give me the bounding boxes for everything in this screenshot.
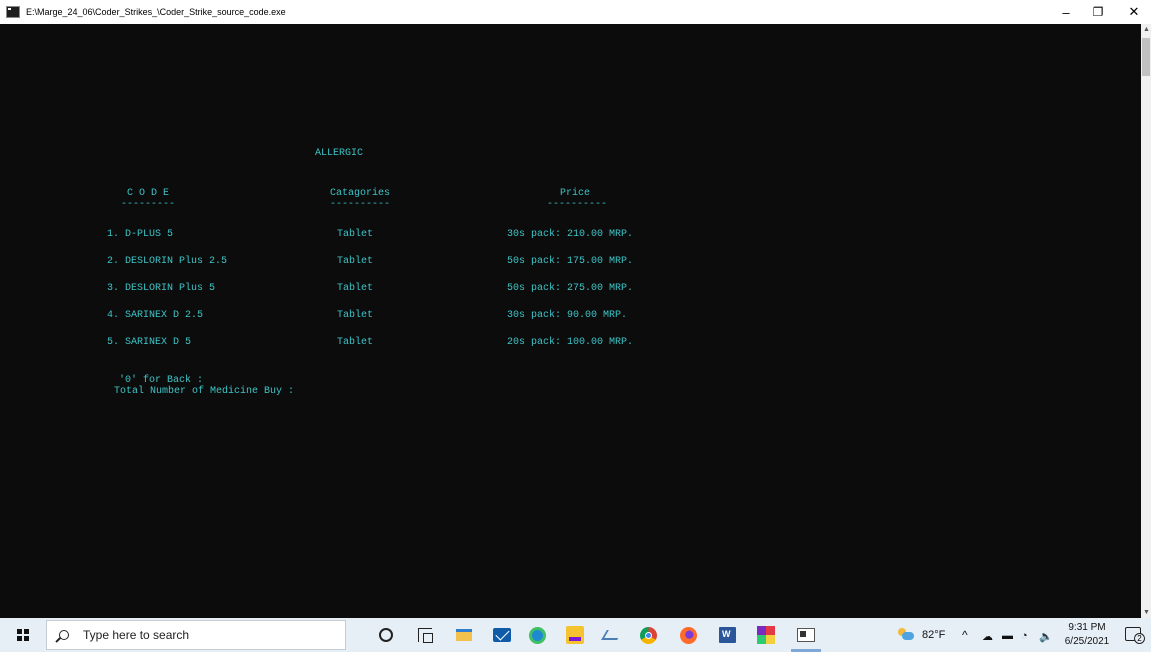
medicine-code: 2. DESLORIN Plus 2.5 xyxy=(107,256,228,267)
medicine-code: 3. DESLORIN Plus 5 xyxy=(107,283,216,294)
taskbar: Type here to search 82°F ^ ☁ ▬ ◔ 🔈 9:31 … xyxy=(0,618,1151,652)
clock-time: 9:31 PM xyxy=(1068,622,1106,633)
mail-icon[interactable] xyxy=(493,628,511,642)
clock-date: 6/25/2021 xyxy=(1064,636,1110,647)
medicine-price: 30s pack: 90.00 MRP. xyxy=(507,310,628,321)
edge-icon[interactable] xyxy=(529,627,546,644)
window-title-bar[interactable]: E:\Marge_24_06\Coder_Strikes_\Coder_Stri… xyxy=(0,0,1151,24)
volume-icon[interactable]: 🔈 xyxy=(1039,630,1053,643)
firefox-icon[interactable] xyxy=(680,627,697,644)
restore-button[interactable]: ❐ xyxy=(1081,0,1115,24)
medicine-category: Tablet xyxy=(337,256,374,267)
medicine-price: 30s pack: 210.00 MRP. xyxy=(507,229,634,240)
medicine-code: 1. D-PLUS 5 xyxy=(107,229,174,240)
console-app-icon xyxy=(6,6,20,18)
weather-icon[interactable] xyxy=(898,628,914,640)
medicine-category: Tablet xyxy=(337,283,374,294)
category-heading: ALLERGIC xyxy=(315,148,364,159)
medicine-category: Tablet xyxy=(337,337,374,348)
column-rule-code: --------- xyxy=(121,199,176,210)
word-icon[interactable] xyxy=(719,627,736,643)
medicine-price: 20s pack: 100.00 MRP. xyxy=(507,337,634,348)
cortana-icon[interactable] xyxy=(379,628,393,642)
wifi-icon[interactable]: ◔ xyxy=(1021,630,1028,642)
notifications-icon[interactable]: 2 xyxy=(1125,627,1145,644)
weather-temperature[interactable]: 82°F xyxy=(922,618,945,652)
medicine-code: 4. SARINEX D 2.5 xyxy=(107,310,204,321)
show-hidden-icons-button[interactable]: ^ xyxy=(962,618,968,652)
start-button[interactable] xyxy=(0,618,46,652)
medicine-category: Tablet xyxy=(337,310,374,321)
task-view-icon[interactable] xyxy=(418,628,433,643)
window-title: E:\Marge_24_06\Coder_Strikes_\Coder_Stri… xyxy=(26,7,286,17)
notification-count-badge: 2 xyxy=(1134,633,1145,644)
player-icon[interactable] xyxy=(566,626,584,644)
file-explorer-icon[interactable] xyxy=(456,629,472,641)
battery-icon[interactable]: ▬ xyxy=(1002,630,1013,642)
scroll-up-icon[interactable]: ▲ xyxy=(1143,26,1150,33)
medicine-code: 5. SARINEX D 5 xyxy=(107,337,192,348)
onedrive-icon[interactable]: ☁ xyxy=(982,630,993,643)
close-button[interactable]: ✕ xyxy=(1117,0,1151,24)
pen-icon[interactable] xyxy=(601,630,623,640)
console-output[interactable]: ALLERGIC C O D E --------- Catagories --… xyxy=(0,24,1141,618)
medicine-category: Tablet xyxy=(337,229,374,240)
search-placeholder: Type here to search xyxy=(83,628,190,642)
column-rule-categories: ---------- xyxy=(330,199,391,210)
taskbar-search-box[interactable]: Type here to search xyxy=(46,620,346,650)
console-window-icon[interactable] xyxy=(797,628,815,642)
search-icon xyxy=(59,630,69,640)
scroll-down-icon[interactable]: ▼ xyxy=(1143,609,1150,616)
chrome-icon[interactable] xyxy=(640,627,657,644)
medicine-price: 50s pack: 175.00 MRP. xyxy=(507,256,634,267)
scroll-thumb[interactable] xyxy=(1142,38,1150,76)
windows-logo-icon xyxy=(17,629,29,641)
codeblocks-icon[interactable] xyxy=(757,626,775,644)
medicine-price: 50s pack: 275.00 MRP. xyxy=(507,283,634,294)
column-rule-price: ---------- xyxy=(547,199,608,210)
system-clock[interactable]: 9:31 PM 6/25/2021 xyxy=(1063,621,1111,649)
total-prompt[interactable]: Total Number of Medicine Buy : xyxy=(114,386,294,398)
vertical-scrollbar[interactable]: ▲ ▼ xyxy=(1141,24,1151,618)
minimize-button[interactable]: – xyxy=(1049,0,1083,24)
